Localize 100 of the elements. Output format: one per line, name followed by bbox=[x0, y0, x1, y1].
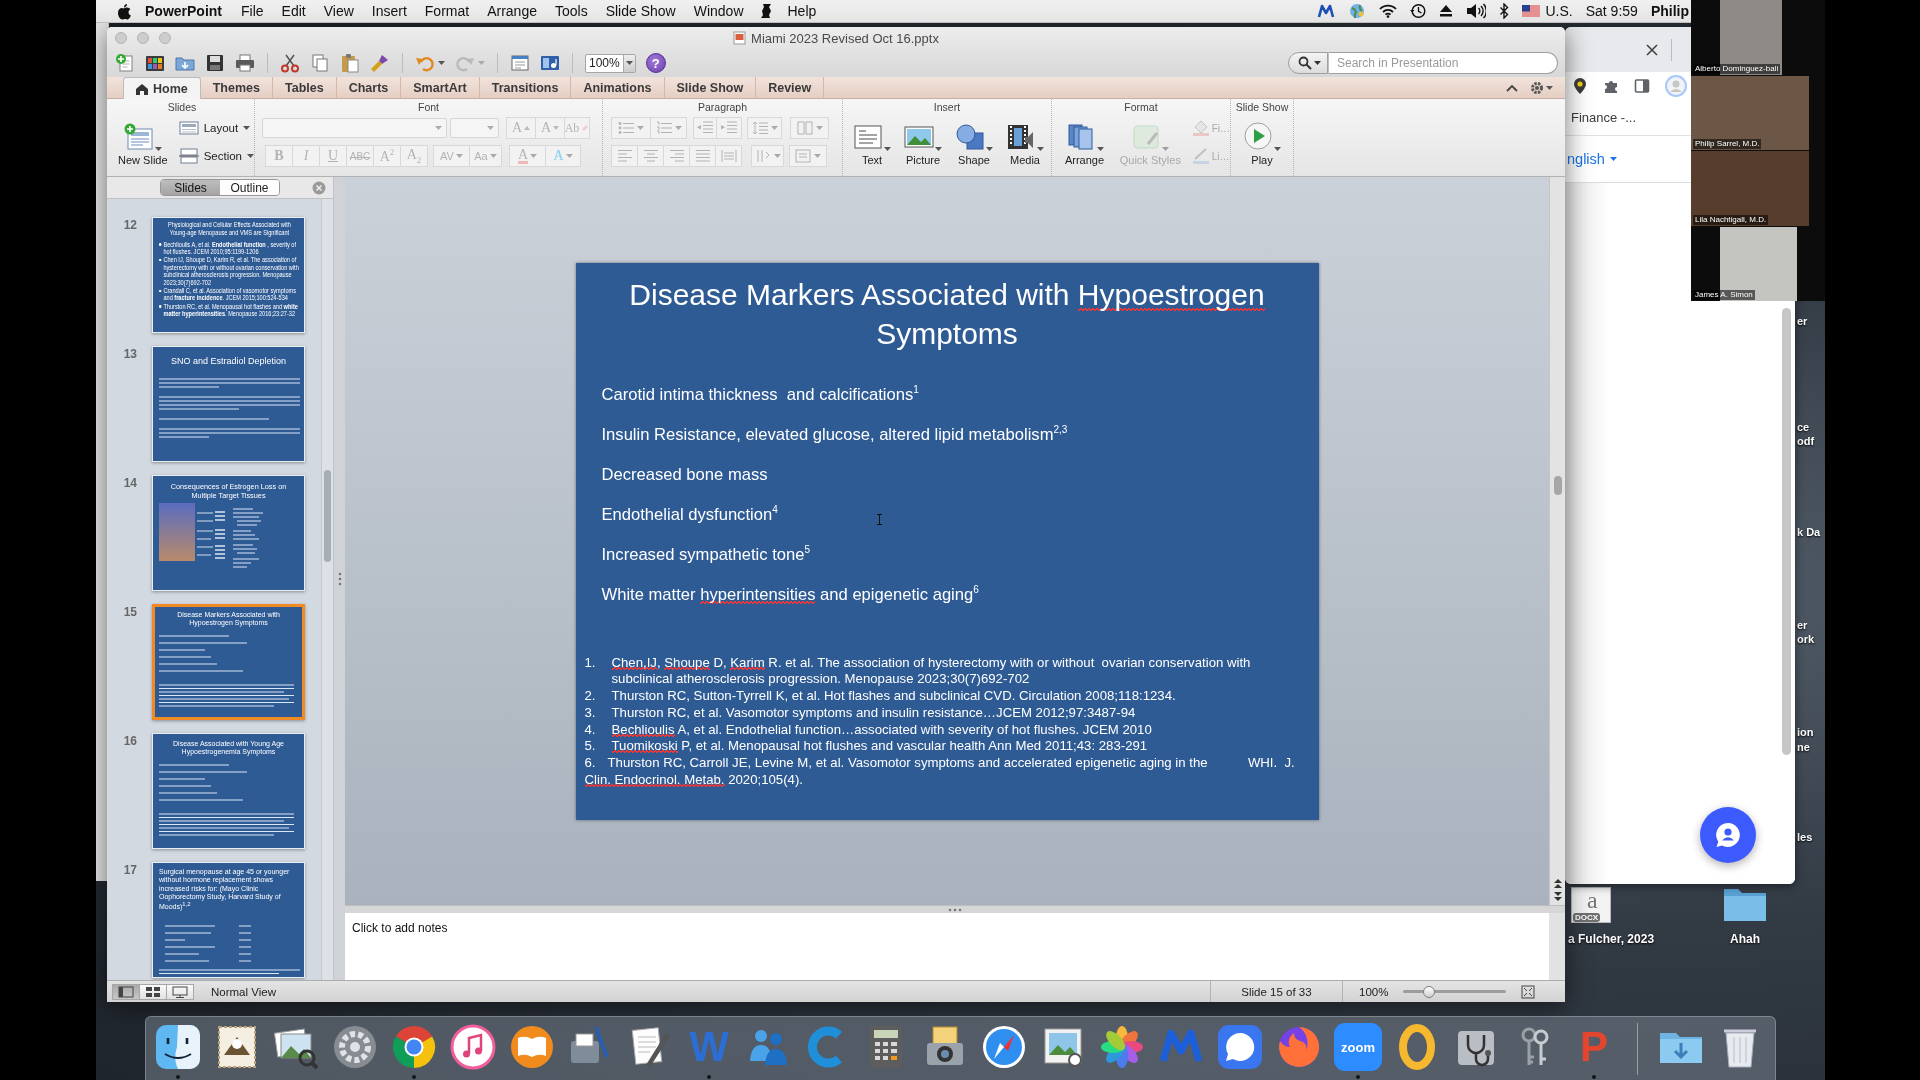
bookmark-item[interactable]: Finance -... bbox=[1571, 110, 1637, 125]
ribbon-tab[interactable]: Slide Show bbox=[664, 77, 757, 98]
apple-icon[interactable] bbox=[117, 2, 131, 20]
menu-item[interactable]: View bbox=[314, 0, 363, 22]
folder-icon[interactable] bbox=[1723, 887, 1767, 921]
pane-tab[interactable]: Slides bbox=[161, 180, 220, 195]
location-pin-icon[interactable] bbox=[1572, 77, 1588, 95]
arrange-button[interactable]: Arrange bbox=[1061, 117, 1108, 166]
ribbon-tab[interactable]: Home bbox=[123, 77, 201, 99]
menu-item[interactable]: Arrange bbox=[478, 0, 546, 22]
globe-icon[interactable] bbox=[1348, 3, 1367, 19]
drag-handle-icon[interactable] bbox=[948, 907, 962, 912]
menu-item[interactable]: Format bbox=[415, 0, 479, 22]
new-slide-button[interactable]: New Slide bbox=[115, 117, 171, 166]
menu-item[interactable]: File bbox=[232, 0, 273, 22]
user-name[interactable]: Philip bbox=[1650, 3, 1689, 19]
layout-button[interactable]: Layout bbox=[178, 117, 254, 139]
compass-icon[interactable] bbox=[980, 1023, 1028, 1071]
chevron-up-icon[interactable] bbox=[1506, 83, 1518, 92]
menu-bar-clock[interactable]: Sat 9:59 bbox=[1585, 3, 1638, 19]
volume-icon[interactable] bbox=[1466, 3, 1487, 19]
wifi-icon[interactable] bbox=[1379, 4, 1398, 18]
menu-item[interactable]: Insert bbox=[362, 0, 416, 22]
text-box-button[interactable]: Text bbox=[848, 117, 896, 166]
ribbon-tab[interactable]: Animations bbox=[571, 77, 665, 98]
new-document-icon[interactable] bbox=[115, 53, 135, 73]
previous-slide-icon[interactable] bbox=[1553, 878, 1562, 889]
menu-item[interactable]: Tools bbox=[545, 0, 597, 22]
face-icon[interactable] bbox=[154, 1023, 202, 1071]
scissors-icon[interactable] bbox=[280, 53, 300, 73]
zigzag-icon[interactable] bbox=[1317, 4, 1336, 18]
desktop-icon-label[interactable]: Ahah bbox=[1730, 932, 1760, 947]
shape-button[interactable]: Shape bbox=[950, 117, 998, 166]
notes-field[interactable]: Click to add notes bbox=[345, 913, 1565, 980]
eject-icon[interactable] bbox=[1439, 4, 1454, 18]
flower-icon[interactable] bbox=[1098, 1023, 1146, 1071]
help-button[interactable]: ? bbox=[645, 53, 666, 73]
sidebar-icon[interactable] bbox=[1634, 78, 1650, 94]
caret-icon[interactable] bbox=[438, 61, 445, 65]
app-menu[interactable]: PowerPoint bbox=[131, 0, 232, 22]
speech-bubble-icon[interactable] bbox=[1216, 1023, 1264, 1071]
ribbon-tab[interactable]: Transitions bbox=[479, 77, 572, 98]
save-icon[interactable] bbox=[205, 53, 225, 73]
language-link[interactable]: nglish bbox=[1567, 151, 1617, 167]
slide-thumbnail[interactable]: SNO and Estradiol Depletion bbox=[152, 346, 305, 462]
zoom-slider-thumb[interactable] bbox=[1422, 985, 1435, 998]
slide-thumbnail[interactable] bbox=[152, 217, 305, 333]
script-icon[interactable] bbox=[759, 3, 772, 19]
zoom-field[interactable]: 100% bbox=[585, 53, 636, 73]
input-source[interactable]: U.S. bbox=[1545, 3, 1573, 19]
copy-icon[interactable] bbox=[310, 53, 330, 73]
fit-to-window-icon[interactable] bbox=[1521, 984, 1535, 999]
gear-icon[interactable] bbox=[331, 1023, 379, 1071]
desktop-icon-label[interactable]: ork bbox=[1797, 633, 1815, 646]
view-button[interactable] bbox=[112, 983, 140, 1000]
ribbon-tab[interactable]: Charts bbox=[336, 77, 402, 98]
view-button[interactable] bbox=[139, 983, 167, 1000]
clock-icon[interactable] bbox=[1410, 3, 1427, 19]
print-icon[interactable] bbox=[235, 53, 255, 73]
scrollbar[interactable] bbox=[324, 470, 331, 562]
desktop-icon-label[interactable]: les bbox=[1797, 831, 1813, 844]
puzzle-icon[interactable] bbox=[1603, 78, 1619, 94]
paintbrush-icon[interactable] bbox=[370, 53, 390, 73]
media-icon[interactable] bbox=[540, 53, 560, 73]
tricolor-circle-icon[interactable] bbox=[390, 1023, 438, 1071]
gear-icon[interactable] bbox=[1530, 80, 1544, 95]
document-thumbnail[interactable]: a DOCX bbox=[1571, 887, 1611, 923]
clipboard-icon[interactable] bbox=[340, 53, 360, 73]
view-button[interactable] bbox=[166, 983, 194, 1000]
desktop-icon-label[interactable]: odf bbox=[1797, 435, 1815, 448]
music-note-icon[interactable] bbox=[449, 1023, 497, 1071]
pane-tab[interactable]: Outline bbox=[220, 180, 279, 195]
menu-item[interactable]: Window bbox=[684, 0, 753, 22]
menu-item[interactable]: Help bbox=[778, 0, 826, 22]
window-icon[interactable] bbox=[510, 53, 530, 73]
menu-item[interactable]: Edit bbox=[272, 0, 315, 22]
drag-handle-icon[interactable] bbox=[337, 571, 342, 586]
flag-icon[interactable] bbox=[1522, 5, 1541, 17]
desktop-icon-label[interactable]: a Fulcher, 2023 bbox=[1568, 932, 1655, 947]
section-button[interactable]: Section bbox=[178, 145, 254, 167]
bluetooth-icon[interactable] bbox=[1499, 3, 1510, 19]
ribbon-tab[interactable]: Themes bbox=[200, 77, 273, 98]
desktop-icon-label[interactable]: er bbox=[1797, 315, 1808, 328]
desktop-icon-label[interactable]: k Da bbox=[1797, 526, 1821, 539]
ribbon-tab[interactable]: SmartArt bbox=[401, 77, 480, 98]
search-options-button[interactable] bbox=[1288, 52, 1328, 74]
color-grid-icon[interactable] bbox=[145, 53, 165, 73]
menu-item[interactable]: Slide Show bbox=[596, 0, 685, 22]
desktop-icon-label[interactable]: ne bbox=[1797, 741, 1810, 754]
desktop-icon-label[interactable]: ce bbox=[1797, 421, 1810, 434]
scrollbar[interactable] bbox=[1553, 476, 1562, 495]
ribbon-tab[interactable]: Tables bbox=[273, 77, 337, 98]
scrollbar[interactable] bbox=[1782, 308, 1791, 755]
next-slide-icon[interactable] bbox=[1553, 891, 1562, 902]
chat-button[interactable] bbox=[1700, 807, 1756, 863]
caret-icon[interactable] bbox=[1546, 85, 1553, 90]
ribbon-tab[interactable]: Review bbox=[756, 77, 825, 98]
book-icon[interactable] bbox=[508, 1023, 556, 1071]
zoom-slider[interactable] bbox=[1403, 986, 1506, 997]
play-button[interactable]: Play bbox=[1238, 117, 1286, 166]
